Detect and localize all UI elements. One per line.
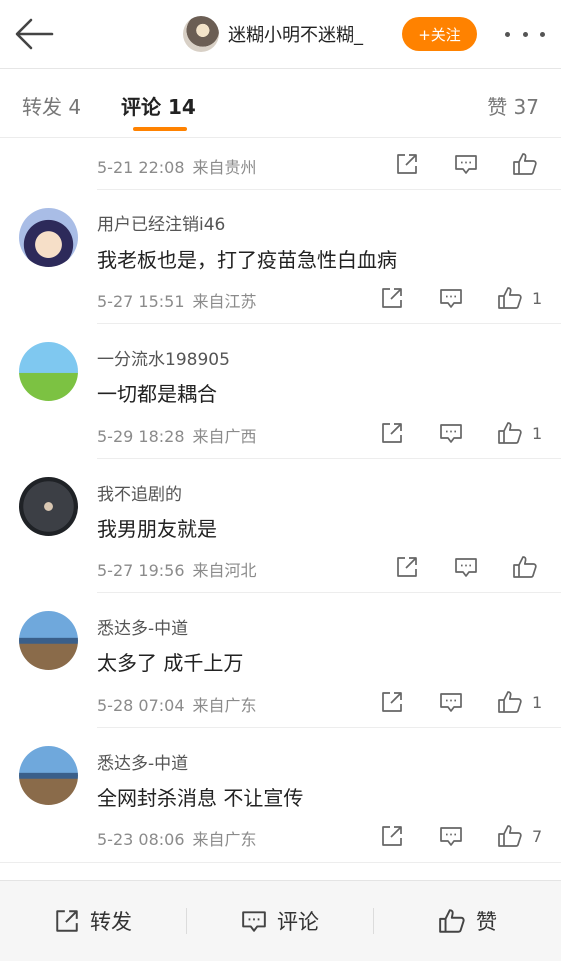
thumbs-up-icon (498, 422, 522, 444)
comment-time: 5-28 07:04 (97, 696, 185, 715)
share-action[interactable] (380, 688, 404, 716)
user-avatar[interactable] (19, 746, 78, 805)
reply-action[interactable] (439, 688, 463, 716)
comment-location: 来自河北 (192, 561, 257, 580)
share-icon (382, 423, 402, 443)
like-count: 1 (532, 423, 543, 443)
comment-location: 来自江苏 (192, 292, 257, 311)
like-label: 赞 (476, 910, 497, 934)
comment-meta: 5-29 18:28 来自广西 (97, 423, 257, 447)
comment-button[interactable]: 评论 (187, 881, 373, 961)
share-icon (397, 557, 417, 577)
comment-label: 评论 (277, 910, 319, 934)
like-action[interactable] (512, 553, 538, 581)
thumbs-up-icon (439, 909, 465, 933)
comment-icon (440, 289, 462, 308)
share-action[interactable] (380, 822, 404, 850)
share-action[interactable] (380, 419, 404, 447)
reply-action[interactable] (439, 822, 463, 850)
like-count: 7 (532, 826, 543, 846)
user-avatar[interactable] (19, 208, 78, 267)
comment-time: 5-23 08:06 (97, 830, 185, 849)
user-avatar[interactable] (19, 477, 78, 536)
reply-action[interactable] (439, 284, 463, 312)
comment-meta: 5-27 19:56 来自河北 (97, 557, 257, 581)
share-icon (382, 288, 402, 308)
comment-meta: 5-23 08:06 来自广东 (97, 826, 257, 850)
comment-location: 来自广东 (192, 696, 257, 715)
comment-username[interactable]: 一分流水198905 (97, 345, 230, 370)
comment-text: 我男朋友就是 (97, 517, 217, 541)
like-action[interactable]: 1 (497, 419, 542, 447)
like-action[interactable]: 1 (497, 284, 542, 312)
share-action[interactable] (395, 553, 419, 581)
comment-location: 来自广东 (192, 830, 257, 849)
comment-icon (440, 693, 462, 712)
thumbs-up-icon (498, 287, 522, 309)
repost-button[interactable]: 转发 (0, 881, 186, 961)
thumbs-up-icon (513, 556, 537, 578)
reply-action[interactable] (439, 419, 463, 447)
like-count: 1 (532, 692, 543, 712)
user-avatar[interactable] (19, 611, 78, 670)
comment-text: 一切都是耦合 (97, 382, 217, 406)
bottom-action-bar: 转发 评论 赞 (0, 880, 561, 961)
comment-meta: 5-28 07:04 来自广东 (97, 692, 257, 716)
row-divider (97, 458, 561, 459)
share-icon (382, 692, 402, 712)
repost-label: 转发 (90, 910, 132, 934)
comment-location: 来自广西 (192, 427, 257, 446)
comment-icon (440, 424, 462, 443)
share-action[interactable] (380, 284, 404, 312)
comment-icon (440, 827, 462, 846)
comment-text: 全网封杀消息 不让宣传 (97, 786, 304, 810)
comment-rows-layer: 用户已经注销i46 我老板也是，打了疫苗急性白血病 5-27 15:51 来自江苏… (0, 0, 561, 960)
comment-time: 5-27 19:56 (97, 561, 185, 580)
row-divider (97, 323, 561, 324)
comment-username[interactable]: 我不追剧的 (97, 480, 182, 505)
share-icon (382, 826, 402, 846)
comment-icon (242, 911, 266, 932)
comment-username[interactable]: 悉达多-中道 (97, 749, 188, 774)
like-action[interactable]: 1 (497, 688, 542, 716)
like-action[interactable]: 7 (497, 822, 542, 850)
comment-username[interactable]: 悉达多-中道 (97, 614, 188, 639)
thumbs-up-icon (498, 825, 522, 847)
row-divider (97, 727, 561, 728)
row-divider (97, 592, 561, 593)
share-icon (56, 910, 78, 932)
thumbs-up-icon (498, 691, 522, 713)
user-avatar[interactable] (19, 342, 78, 401)
comment-text: 太多了 成千上万 (97, 651, 244, 675)
comment-time: 5-27 15:51 (97, 292, 185, 311)
comment-icon (455, 558, 477, 577)
comment-meta: 5-27 15:51 来自江苏 (97, 288, 257, 312)
like-button[interactable]: 赞 (374, 881, 561, 961)
comment-text: 我老板也是，打了疫苗急性白血病 (97, 248, 397, 272)
like-count: 1 (532, 288, 543, 308)
comment-time: 5-29 18:28 (97, 427, 185, 446)
reply-action[interactable] (454, 553, 478, 581)
comment-username[interactable]: 用户已经注销i46 (97, 210, 225, 235)
row-divider (0, 862, 561, 863)
